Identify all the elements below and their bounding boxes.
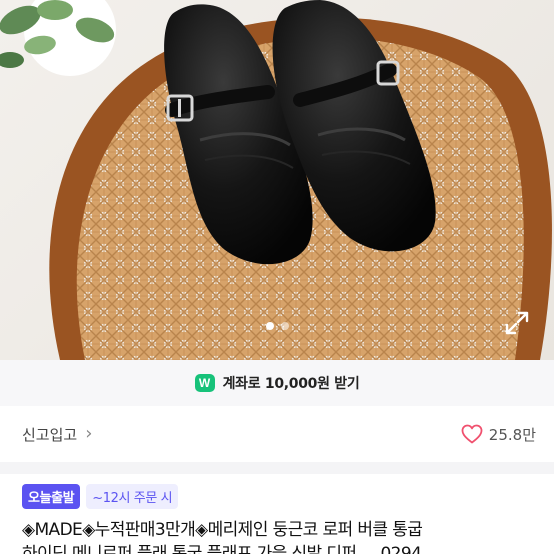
product-title-line2: 하이딘 메니로퍼 플래 통굽 플래프 가을 신발 디퍼 ... 0294 [22,544,422,554]
like-count: 25.8만 [488,425,536,444]
seller-link[interactable]: 신고입고 › [22,424,92,445]
heart-icon [461,424,483,444]
wallet-icon: W [194,374,215,392]
carousel-dots [0,322,554,330]
product-photo [0,0,552,360]
product-title: ◈MADE◈누적판매3만개◈메리제인 둥근코 로퍼 버클 통굽 [22,520,423,540]
seller-name: 신고입고 [22,425,78,444]
carousel-dot[interactable] [265,322,274,330]
like-button[interactable]: 25.8만 [461,424,536,445]
cashback-banner[interactable]: W 계좌로 10,000원 받기 [0,360,554,406]
today-shipping-badge: 오늘출발 [22,484,81,509]
expand-icon[interactable] [503,309,531,337]
cashback-text: 계좌로 10,000원 받기 [222,376,360,392]
section-divider [0,462,554,474]
seller-row: 신고입고 › 25.8만 [0,406,554,462]
delivery-badges: 오늘출발 ~12시 주문 시 [22,484,179,509]
order-cutoff-badge: ~12시 주문 시 [86,484,179,509]
chevron-right-icon: › [85,423,93,444]
product-image[interactable] [0,0,554,360]
carousel-dot[interactable] [280,322,289,330]
